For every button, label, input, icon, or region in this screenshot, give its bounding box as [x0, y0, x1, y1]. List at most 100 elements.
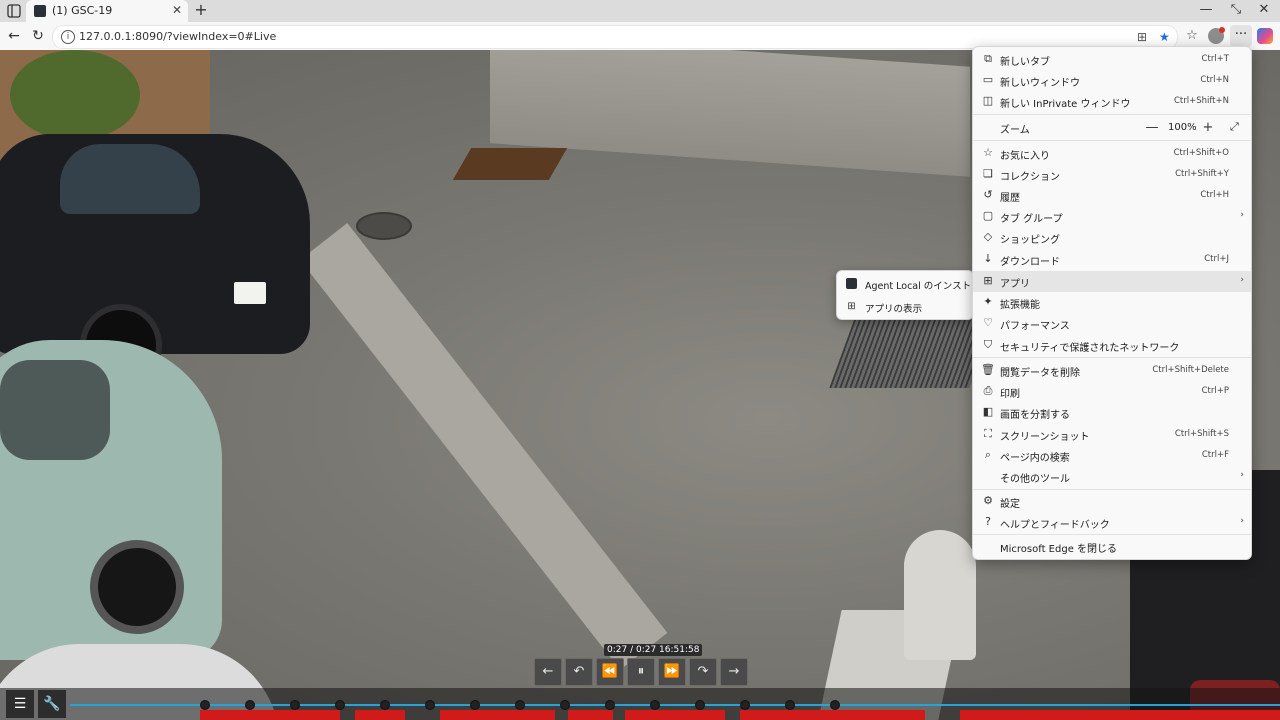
submenu-item-show-apps[interactable]: ⊞ アプリの表示 — [837, 296, 973, 318]
split-view-icon[interactable]: ⊞ — [1137, 30, 1147, 44]
recording-segment[interactable] — [960, 710, 1280, 720]
timeline-marker[interactable] — [515, 700, 525, 710]
settings-and-more-button[interactable]: ··· — [1230, 25, 1252, 47]
menu-item-collections[interactable]: ❏ コレクション Ctrl+Shift+Y — [973, 164, 1251, 185]
fullscreen-icon[interactable]: ⤢ — [1230, 120, 1239, 134]
back-button[interactable]: ← — [4, 26, 24, 46]
timeline-marker[interactable] — [695, 700, 705, 710]
close-window-button[interactable]: ✕ — [1250, 2, 1278, 17]
menu-item-secure-network[interactable]: ⛉ セキュリティで保護されたネットワーク — [973, 335, 1251, 356]
extensions-icon: ✦ — [983, 295, 993, 308]
menu-item-tab-groups[interactable]: ▢ タブ グループ › — [973, 206, 1251, 227]
menu-item-split-screen[interactable]: ◧ 画面を分割する — [973, 402, 1251, 423]
secure-network-icon: ⛉ — [983, 338, 993, 351]
copilot-icon[interactable] — [1257, 28, 1273, 44]
recording-segment[interactable] — [625, 710, 725, 720]
timeline-marker[interactable] — [425, 700, 435, 710]
menu-item-apps[interactable]: ⊞ アプリ › — [973, 271, 1251, 292]
menu-item-label: ショッピング — [1000, 235, 1060, 246]
submenu-item-install-agent[interactable]: Agent Local のインストール — [837, 273, 990, 295]
apps-grid-icon: ⊞ — [847, 301, 856, 312]
sliders-icon[interactable]: ☰ — [6, 690, 34, 718]
recording-segment[interactable] — [200, 710, 340, 720]
url-text[interactable]: 127.0.0.1:8090/?viewIndex=0#Live — [79, 30, 276, 43]
browser-tab[interactable]: (1) GSC-19 ✕ — [26, 0, 188, 22]
timeline-marker[interactable] — [200, 700, 210, 710]
menu-item-performance[interactable]: ♡ パフォーマンス — [973, 313, 1251, 334]
step-forward-button[interactable]: ↷ — [689, 658, 717, 686]
menu-item-shortcut: Ctrl+H — [1200, 190, 1229, 200]
profile-avatar[interactable] — [1208, 27, 1225, 44]
screenshot-icon: ⛶ — [984, 427, 992, 440]
menu-item-settings[interactable]: ⚙ 設定 — [973, 491, 1251, 512]
menu-item-more-tools[interactable]: その他のツール › — [973, 466, 1251, 487]
menu-item-extensions[interactable]: ✦ 拡張機能 — [973, 292, 1251, 313]
fast-forward-button[interactable]: ⏩ — [658, 658, 686, 686]
timeline-marker[interactable] — [605, 700, 615, 710]
menu-item-zoom: ズーム — 100% + ⤢ — [973, 117, 1251, 138]
menu-item-label: 設定 — [1000, 499, 1020, 510]
menu-item-downloads[interactable]: ↓ ダウンロード Ctrl+J — [973, 249, 1251, 270]
menu-item-new-window[interactable]: ▭ 新しいウィンドウ Ctrl+N — [973, 70, 1251, 91]
menu-item-label: パフォーマンス — [1000, 321, 1070, 332]
menu-item-shortcut: Ctrl+Shift+S — [1174, 429, 1229, 439]
timeline-marker[interactable] — [830, 700, 840, 710]
submenu-item-label: アプリの表示 — [865, 304, 923, 315]
menu-item-history[interactable]: ↺ 履歴 Ctrl+H — [973, 185, 1251, 206]
menu-item-print[interactable]: ⎙ 印刷 Ctrl+P — [973, 381, 1251, 402]
timeline-marker[interactable] — [740, 700, 750, 710]
menu-divider — [973, 534, 1251, 535]
menu-item-inprivate[interactable]: ◫ 新しい InPrivate ウィンドウ Ctrl+Shift+N — [973, 91, 1251, 112]
menu-item-label: アプリ — [1000, 279, 1030, 290]
minimize-button[interactable]: — — [1192, 2, 1220, 17]
recording-segment[interactable] — [568, 710, 613, 720]
menu-item-screenshot[interactable]: ⛶ スクリーンショット Ctrl+Shift+S — [973, 424, 1251, 445]
menu-item-find[interactable]: ⌕ ページ内の検索 Ctrl+F — [973, 445, 1251, 466]
timeline-marker[interactable] — [470, 700, 480, 710]
recording-segment[interactable] — [740, 710, 925, 720]
menu-item-label: スクリーンショット — [1000, 432, 1090, 443]
menu-item-label: お気に入り — [1000, 151, 1050, 162]
timeline-marker[interactable] — [245, 700, 255, 710]
timeline-marker[interactable] — [380, 700, 390, 710]
restore-button[interactable]: ⤡ — [1222, 2, 1250, 17]
menu-item-help[interactable]: ? ヘルプとフィードバック › — [973, 512, 1251, 533]
zoom-out-button[interactable]: — — [1145, 120, 1159, 135]
skip-back-button[interactable]: ← — [534, 658, 562, 686]
favorites-icon: ☆ — [983, 146, 993, 159]
drain-grate-right — [829, 318, 995, 388]
recording-segment[interactable] — [355, 710, 405, 720]
timeline-marker[interactable] — [650, 700, 660, 710]
tab-actions-icon[interactable] — [4, 2, 24, 20]
rewind-button[interactable]: ⏪ — [596, 658, 624, 686]
menu-item-favorites[interactable]: ☆ お気に入り Ctrl+Shift+O — [973, 143, 1251, 164]
pause-button[interactable]: ⏸ — [627, 658, 655, 686]
new-window-icon: ▭ — [982, 73, 994, 86]
help-icon: ? — [985, 515, 991, 528]
menu-item-new-tab[interactable]: ⧉ 新しいタブ Ctrl+T — [973, 49, 1251, 70]
timeline-marker[interactable] — [290, 700, 300, 710]
favorites-bar-icon[interactable]: ☆ — [1182, 26, 1202, 46]
timeline-marker[interactable] — [785, 700, 795, 710]
menu-item-shortcut: Ctrl+N — [1200, 75, 1229, 85]
site-info-icon[interactable]: i — [61, 30, 75, 44]
timeline-marker[interactable] — [560, 700, 570, 710]
menu-item-clear-data[interactable]: 🗑 閲覧データを削除 Ctrl+Shift+Delete — [973, 360, 1251, 381]
zoom-in-button[interactable]: + — [1201, 120, 1215, 135]
recording-segment[interactable] — [440, 710, 555, 720]
new-tab-button[interactable]: + — [192, 1, 210, 19]
menu-item-shortcut: Ctrl+Shift+Y — [1175, 169, 1229, 179]
mint-car — [0, 340, 222, 660]
menu-item-close-edge[interactable]: Microsoft Edge を閉じる — [973, 536, 1251, 557]
favorite-star-icon[interactable]: ★ — [1159, 30, 1170, 44]
black-suv — [0, 134, 310, 386]
refresh-button[interactable]: ↻ — [28, 26, 48, 46]
menu-item-label: ズーム — [1000, 125, 1030, 136]
timeline-marker[interactable] — [335, 700, 345, 710]
skip-forward-button[interactable]: → — [720, 658, 748, 686]
wrench-icon[interactable]: 🔧 — [38, 690, 66, 718]
step-back-button[interactable]: ↶ — [565, 658, 593, 686]
split-screen-icon: ◧ — [982, 405, 994, 418]
tab-close-icon[interactable]: ✕ — [172, 3, 182, 17]
menu-item-shopping[interactable]: ◇ ショッピング — [973, 227, 1251, 248]
